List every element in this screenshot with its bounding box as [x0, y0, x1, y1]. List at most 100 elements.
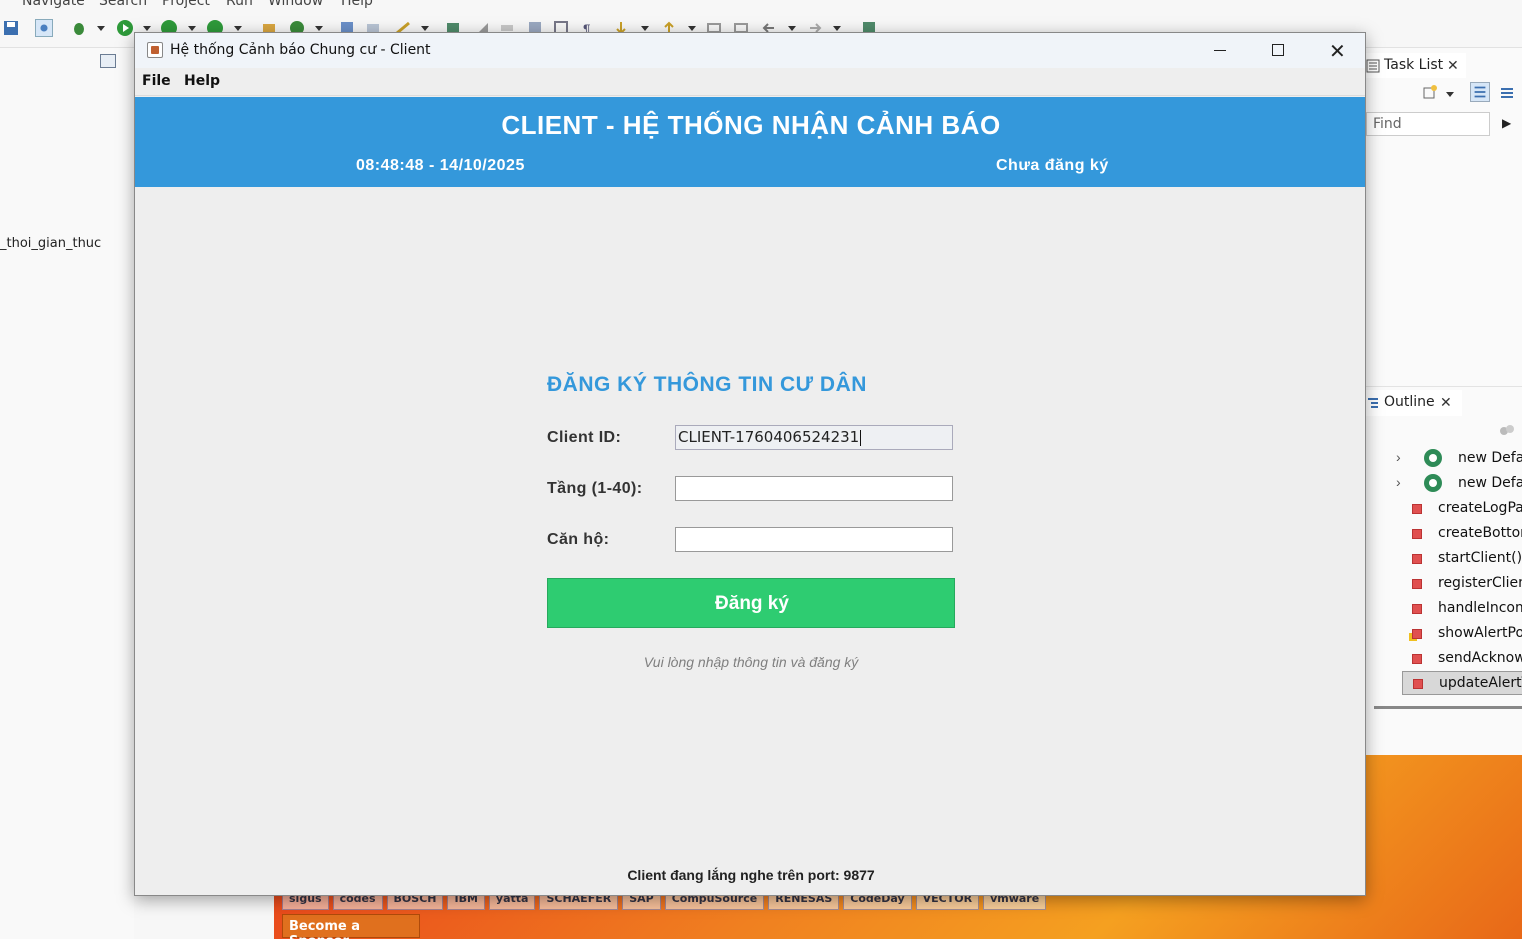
run-icon[interactable] [116, 19, 134, 37]
new-task-icon[interactable] [1422, 84, 1438, 100]
outline-item-method[interactable]: showAlertPop [1402, 622, 1522, 646]
outline-item-label: createBottor [1438, 525, 1522, 541]
search-dropdown-icon[interactable] [421, 26, 429, 31]
eclipse-menu-window[interactable]: Window [268, 0, 323, 9]
client-id-label: Client ID: [547, 429, 622, 446]
close-button[interactable]: ✕ [1307, 33, 1365, 68]
client-id-field[interactable]: CLIENT-1760406524231 [675, 425, 953, 450]
maximize-icon [1272, 44, 1284, 56]
new-class-dropdown-icon[interactable] [315, 26, 323, 31]
register-button[interactable]: Đăng ký [547, 578, 955, 628]
listening-port-status: Client đang lắng nghe trên port: 9877 [627, 867, 875, 883]
menu-file[interactable]: File [142, 73, 171, 89]
eclipse-menu-run[interactable]: Run [226, 0, 253, 9]
header-datetime: 08:48:48 - 14/10/2025 [356, 157, 525, 174]
outline-item-method[interactable]: handleIncom [1402, 597, 1522, 621]
expand-chevron-icon[interactable]: › [1396, 449, 1401, 465]
expand-chevron-icon[interactable]: › [1396, 474, 1401, 490]
find-arrow-icon[interactable]: ▶ [1502, 116, 1511, 130]
private-method-icon [1412, 654, 1422, 664]
outline-item-method[interactable]: sendAcknow [1402, 647, 1522, 671]
outline-item-label: registerClien [1438, 575, 1522, 591]
floor-field[interactable] [675, 476, 953, 501]
next-annotation-dropdown-icon[interactable] [641, 26, 649, 31]
apartment-label: Căn hộ: [547, 531, 610, 548]
external-tools-dropdown-icon[interactable] [234, 26, 242, 31]
outline-tab-label: Outline [1384, 394, 1435, 410]
tab-outline[interactable]: Outline ✕ [1366, 390, 1462, 416]
task-list-icon [1366, 59, 1380, 73]
private-method-icon [1412, 554, 1422, 564]
outline-item-label: handleIncom [1438, 600, 1522, 616]
menu-help[interactable]: Help [184, 73, 220, 89]
forward-dropdown-icon[interactable] [833, 26, 841, 31]
outline-item-anon-2[interactable]: › new Defa [1396, 472, 1522, 496]
horizontal-scrollbar[interactable] [1374, 706, 1522, 709]
header-banner: CLIENT - HỆ THỐNG NHẬN CẢNH BÁO 08:48:48… [135, 97, 1365, 187]
form-title: ĐĂNG KÝ THÔNG TIN CƯ DÂN [547, 373, 867, 396]
debug-icon[interactable] [70, 19, 88, 37]
coverage-dropdown-icon[interactable] [188, 26, 196, 31]
outline-item-method-selected[interactable]: updateAlertT [1402, 671, 1522, 695]
tree-item-project[interactable]: _thoi_gian_thuc [0, 236, 101, 251]
client-id-value: CLIENT-1760406524231 [678, 428, 860, 446]
outline-item-method[interactable]: registerClien [1402, 572, 1522, 596]
categorized-icon[interactable] [1470, 82, 1490, 102]
outline-item-label: new Defa [1458, 475, 1522, 491]
task-list-view: Task List ✕ Find ▶ [1366, 48, 1522, 386]
tab-task-list[interactable]: Task List ✕ [1366, 53, 1466, 78]
minimize-icon [1214, 50, 1226, 51]
register-button-label: Đăng ký [715, 593, 789, 614]
outline-item-label: createLogPar [1438, 500, 1522, 516]
eclipse-menu-project[interactable]: Project [162, 0, 210, 9]
close-icon: ✕ [1329, 39, 1346, 63]
outline-view: Outline ✕ › new Defa › new Defa createLo… [1366, 386, 1522, 755]
debug-dropdown-icon[interactable] [97, 26, 105, 31]
anonymous-class-icon [1424, 449, 1442, 467]
apartment-field[interactable] [675, 527, 953, 552]
outline-item-method[interactable]: createLogPar [1402, 497, 1522, 521]
outline-item-label: updateAlertT [1439, 675, 1522, 691]
outline-item-method[interactable]: startClient() : [1402, 547, 1522, 571]
client-window: Hệ thống Cảnh báo Chung cư - Client ✕ Fi… [134, 32, 1366, 896]
prev-annotation-dropdown-icon[interactable] [688, 26, 696, 31]
anonymous-class-icon [1424, 474, 1442, 492]
outline-item-label: startClient() : [1438, 550, 1522, 566]
eclipse-menu-navigate[interactable]: Navigate [22, 0, 85, 9]
floor-label: Tầng (1-40): [547, 480, 643, 497]
window-title: Hệ thống Cảnh báo Chung cư - Client [170, 42, 431, 58]
close-task-list-icon[interactable]: ✕ [1447, 57, 1459, 74]
become-sponsor-button[interactable]: Become a Sponsor [282, 914, 420, 939]
outline-item-label: showAlertPop [1438, 625, 1522, 641]
eclipse-menu-search[interactable]: Search [99, 0, 147, 9]
private-method-icon [1412, 504, 1422, 514]
outline-menu-icon[interactable] [1498, 423, 1516, 439]
eclipse-menubar: Navigate Search Project Run Window Help [0, 0, 1522, 10]
save-icon[interactable] [2, 19, 20, 37]
window-titlebar[interactable]: Hệ thống Cảnh báo Chung cư - Client ✕ [135, 33, 1365, 68]
close-outline-icon[interactable]: ✕ [1440, 394, 1452, 411]
new-task-dropdown-icon[interactable] [1446, 92, 1454, 97]
private-method-icon [1412, 529, 1422, 539]
scheduled-icon[interactable] [1498, 84, 1516, 102]
become-sponsor-label: Become a Sponsor [289, 919, 361, 939]
private-method-icon [1412, 604, 1422, 614]
private-method-icon [1413, 679, 1423, 689]
skip-breakpoints-icon[interactable] [35, 19, 53, 37]
outline-item-anon-1[interactable]: › new Defa [1396, 447, 1522, 471]
task-list-tab-label: Task List [1384, 57, 1444, 73]
run-dropdown-icon[interactable] [143, 26, 151, 31]
form-hint: Vui lòng nhập thông tin và đăng ký [643, 654, 859, 670]
outline-icon [1368, 398, 1378, 408]
find-placeholder: Find [1373, 116, 1402, 132]
outline-item-label: sendAcknow [1438, 650, 1522, 666]
minimize-button[interactable] [1191, 33, 1249, 68]
registration-status: Chưa đăng ký [996, 157, 1109, 174]
eclipse-menu-help[interactable]: Help [341, 0, 373, 9]
collapse-all-icon[interactable] [100, 54, 116, 68]
find-input[interactable]: Find [1366, 112, 1490, 136]
outline-item-label: new Defa [1458, 450, 1522, 466]
outline-item-method[interactable]: createBottor [1402, 522, 1522, 546]
maximize-button[interactable] [1249, 33, 1307, 68]
back-dropdown-icon[interactable] [788, 26, 796, 31]
